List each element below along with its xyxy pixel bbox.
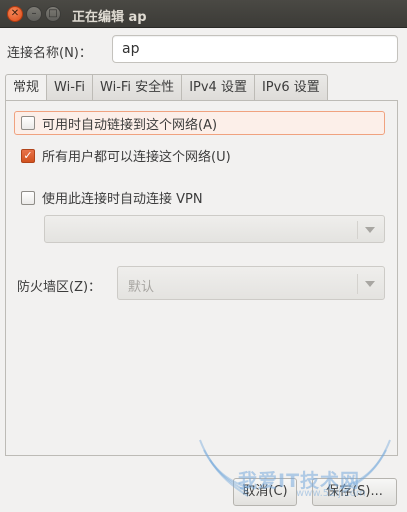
tab-wifi[interactable]: Wi-Fi xyxy=(47,74,94,101)
minimize-window-icon[interactable]: – xyxy=(26,6,42,22)
close-window-icon[interactable]: ✕ xyxy=(7,6,23,22)
connection-name-label: 连接名称(N)： xyxy=(7,46,92,61)
tab-general[interactable]: 常规 xyxy=(5,74,48,102)
firewall-zone-label: 防火墙区(Z)： xyxy=(17,280,102,295)
auto-vpn-row[interactable]: 使用此连接时自动连接 VPN xyxy=(21,188,203,207)
all-users-checkbox[interactable]: ✓ xyxy=(21,148,35,163)
tab-ipv4[interactable]: IPv4 设置 xyxy=(182,74,255,101)
vpn-select-divider xyxy=(357,221,358,239)
vpn-select[interactable] xyxy=(44,215,385,243)
watermark-url: www.52ij.com xyxy=(296,488,366,499)
firewall-select-divider xyxy=(357,274,358,294)
chevron-down-icon xyxy=(365,281,375,287)
firewall-zone-value: 默认 xyxy=(128,280,155,295)
tab-wifi-security[interactable]: Wi-Fi 安全性 xyxy=(93,74,183,101)
auto-connect-row[interactable]: 可用时自动链接到这个网络(A) xyxy=(14,111,385,135)
all-users-label: 所有用户都可以连接这个网络(U) xyxy=(42,150,231,165)
auto-connect-checkbox[interactable] xyxy=(21,116,35,130)
connection-name-input[interactable]: ap xyxy=(112,35,398,63)
auto-vpn-label: 使用此连接时自动连接 VPN xyxy=(42,192,203,207)
maximize-window-icon[interactable]: □ xyxy=(45,6,61,22)
auto-connect-label: 可用时自动链接到这个网络(A) xyxy=(42,117,218,133)
window-titlebar: ✕ – □ 正在编辑 ap xyxy=(0,0,407,28)
firewall-zone-select[interactable]: 默认 xyxy=(117,266,385,300)
settings-tabs: 常规 Wi-Fi Wi-Fi 安全性 IPv4 设置 IPv6 设置 xyxy=(5,74,328,102)
tab-ipv6[interactable]: IPv6 设置 xyxy=(254,74,328,101)
auto-vpn-checkbox[interactable] xyxy=(21,190,35,205)
window-title: 正在编辑 ap xyxy=(72,10,147,25)
chevron-down-icon xyxy=(365,227,375,233)
all-users-row[interactable]: ✓ 所有用户都可以连接这个网络(U) xyxy=(21,146,231,165)
